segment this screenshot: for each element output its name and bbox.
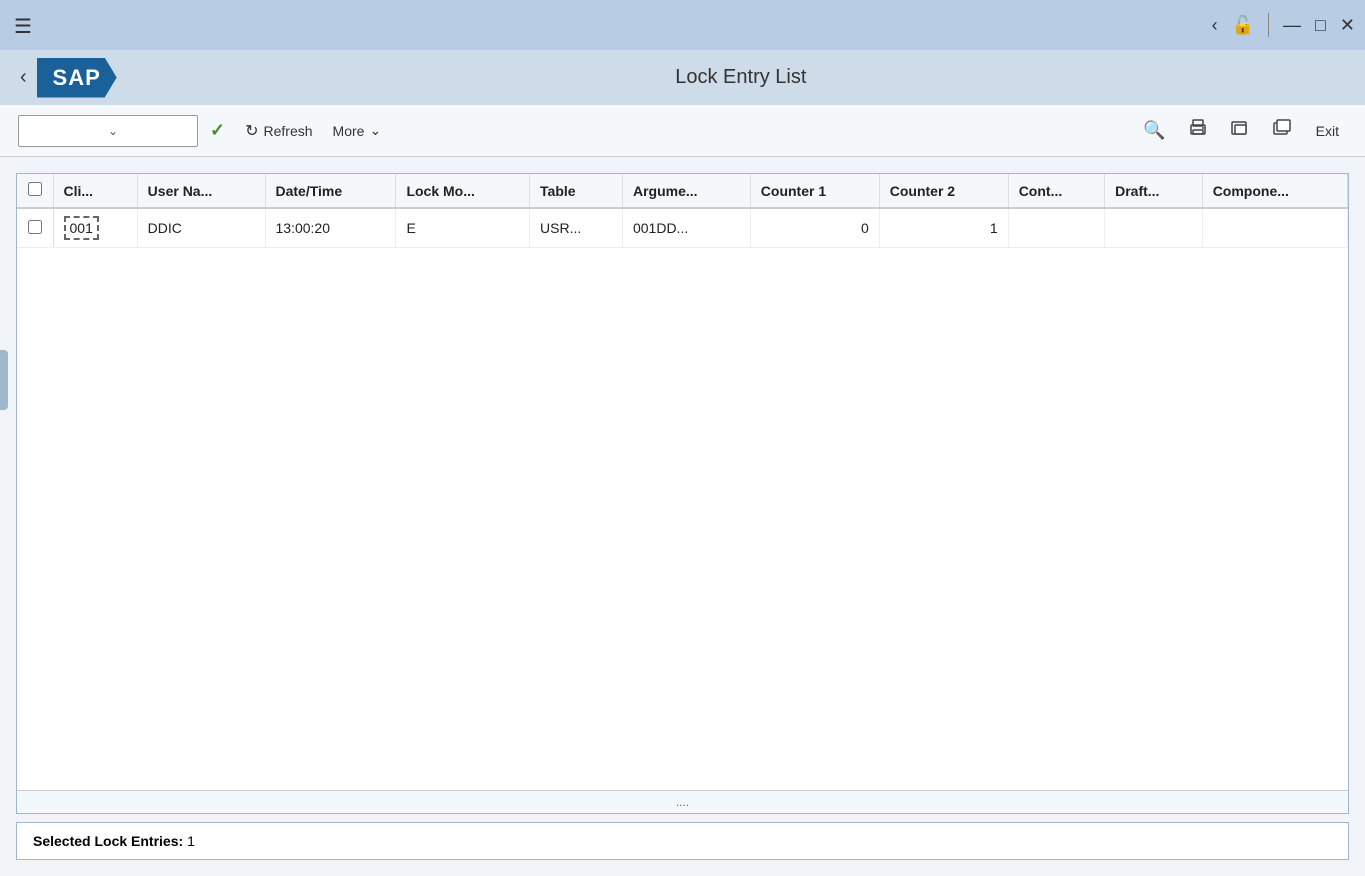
sap-logo-text: SAP bbox=[53, 65, 101, 91]
col-client[interactable]: Cli... bbox=[53, 174, 137, 208]
table-header: Cli... User Na... Date/Time Lock Mo... T… bbox=[17, 174, 1348, 208]
window-controls: ‹ 🔓 — □ ✕ bbox=[1212, 13, 1355, 37]
status-bar: Selected Lock Entries: 1 bbox=[16, 822, 1349, 860]
print-button[interactable] bbox=[1182, 114, 1214, 147]
col-draft[interactable]: Draft... bbox=[1105, 174, 1203, 208]
row-counter1: 0 bbox=[750, 208, 879, 248]
refresh-button[interactable]: ↻ Refresh bbox=[237, 117, 320, 145]
table-scroll[interactable]: Cli... User Na... Date/Time Lock Mo... T… bbox=[17, 174, 1348, 790]
refresh-label: Refresh bbox=[264, 123, 313, 139]
row-cont bbox=[1008, 208, 1104, 248]
close-icon[interactable]: ✕ bbox=[1340, 15, 1355, 36]
refresh-icon: ↻ bbox=[245, 121, 258, 141]
restore-button[interactable] bbox=[1266, 114, 1298, 147]
lock-entries-table: Cli... User Na... Date/Time Lock Mo... T… bbox=[17, 174, 1348, 248]
resize-handle[interactable] bbox=[0, 350, 8, 410]
row-table: USR... bbox=[530, 208, 623, 248]
expand-icon bbox=[1230, 118, 1250, 138]
more-button[interactable]: More ⌄ bbox=[325, 118, 390, 143]
search-button[interactable]: 🔍 bbox=[1137, 116, 1171, 145]
row-checkbox-cell[interactable] bbox=[17, 208, 53, 248]
status-count: 1 bbox=[187, 833, 195, 849]
col-table[interactable]: Table bbox=[530, 174, 623, 208]
row-client: 001 bbox=[53, 208, 137, 248]
select-all-checkbox[interactable] bbox=[28, 182, 42, 196]
row-checkbox[interactable] bbox=[28, 220, 42, 234]
title-bar: ☰ ‹ 🔓 — □ ✕ bbox=[0, 0, 1365, 50]
col-lockmode[interactable]: Lock Mo... bbox=[396, 174, 530, 208]
col-counter1[interactable]: Counter 1 bbox=[750, 174, 879, 208]
chevron-down-icon: ⌄ bbox=[108, 124, 189, 138]
col-checkbox bbox=[17, 174, 53, 208]
check-icon: ✓ bbox=[210, 120, 225, 141]
row-counter2: 1 bbox=[879, 208, 1008, 248]
lock-icon[interactable]: 🔓 bbox=[1232, 15, 1254, 36]
table-container: Cli... User Na... Date/Time Lock Mo... T… bbox=[16, 173, 1349, 814]
header-bar: ‹ SAP Lock Entry List bbox=[0, 50, 1365, 105]
hamburger-icon[interactable]: ☰ bbox=[14, 14, 32, 39]
header-row: Cli... User Na... Date/Time Lock Mo... T… bbox=[17, 174, 1348, 208]
col-cont[interactable]: Cont... bbox=[1008, 174, 1104, 208]
back-nav-icon[interactable]: ‹ bbox=[1212, 15, 1218, 36]
restore-icon bbox=[1272, 118, 1292, 138]
sap-logo: SAP bbox=[37, 58, 117, 98]
table-footer-dots: .... bbox=[17, 790, 1348, 813]
col-argument[interactable]: Argume... bbox=[622, 174, 750, 208]
minimize-icon[interactable]: — bbox=[1283, 15, 1301, 36]
toolbar: ⌄ ✓ ↻ Refresh More ⌄ 🔍 bbox=[0, 105, 1365, 157]
row-draft bbox=[1105, 208, 1203, 248]
main-content: Cli... User Na... Date/Time Lock Mo... T… bbox=[0, 157, 1365, 876]
row-datetime: 13:00:20 bbox=[265, 208, 396, 248]
col-username[interactable]: User Na... bbox=[137, 174, 265, 208]
maximize-icon[interactable]: □ bbox=[1315, 15, 1326, 36]
exit-button[interactable]: Exit bbox=[1308, 119, 1347, 143]
table-body: 001 DDIC 13:00:20 E USR... 001DD... 0 1 bbox=[17, 208, 1348, 248]
col-counter2[interactable]: Counter 2 bbox=[879, 174, 1008, 208]
toolbar-right: 🔍 Exit bbox=[1137, 114, 1347, 147]
expand-button[interactable] bbox=[1224, 114, 1256, 147]
client-value: 001 bbox=[64, 216, 99, 240]
separator bbox=[1268, 13, 1269, 37]
toolbar-dropdown[interactable]: ⌄ bbox=[18, 115, 198, 147]
more-label: More bbox=[333, 123, 365, 139]
print-icon bbox=[1188, 118, 1208, 138]
status-label: Selected Lock Entries: bbox=[33, 833, 183, 849]
row-argument: 001DD... bbox=[622, 208, 750, 248]
back-button[interactable]: ‹ bbox=[20, 66, 27, 89]
row-component bbox=[1202, 208, 1347, 248]
row-lockmode: E bbox=[396, 208, 530, 248]
col-component[interactable]: Compone... bbox=[1202, 174, 1347, 208]
table-row[interactable]: 001 DDIC 13:00:20 E USR... 001DD... 0 1 bbox=[17, 208, 1348, 248]
more-chevron-icon: ⌄ bbox=[369, 122, 381, 139]
sap-logo-container: SAP bbox=[37, 58, 117, 98]
page-title: Lock Entry List bbox=[137, 66, 1345, 89]
confirm-button[interactable]: ✓ bbox=[202, 116, 233, 145]
row-username: DDIC bbox=[137, 208, 265, 248]
col-datetime[interactable]: Date/Time bbox=[265, 174, 396, 208]
